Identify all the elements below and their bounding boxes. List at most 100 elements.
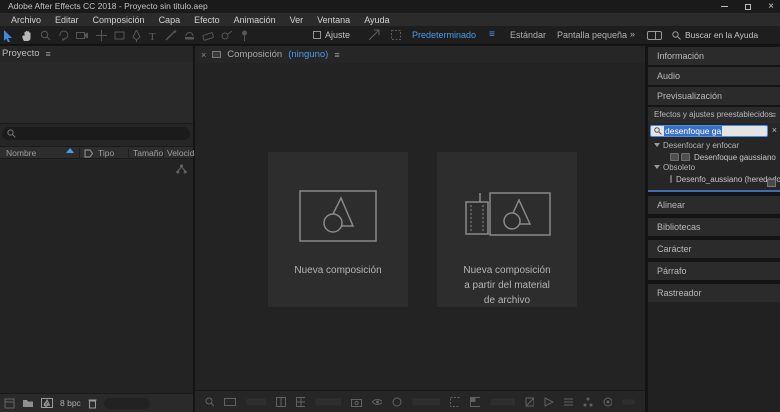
clone-stamp-tool-icon[interactable] bbox=[184, 30, 195, 41]
workspace-estandar[interactable]: Estándar bbox=[510, 30, 546, 40]
roi-icon[interactable] bbox=[449, 396, 461, 407]
grid-icon[interactable] bbox=[295, 396, 306, 407]
effects-group-desenfocar[interactable]: Desenfocar y enfocar bbox=[648, 141, 780, 151]
collapse-triangle-icon[interactable] bbox=[654, 143, 660, 147]
brush-tool-icon[interactable] bbox=[165, 30, 177, 41]
channels-icon[interactable] bbox=[392, 397, 402, 407]
column-tipo[interactable]: Tipo bbox=[98, 148, 114, 158]
menu-animacion[interactable]: Animación bbox=[227, 15, 283, 25]
orbit-tool-icon[interactable] bbox=[58, 30, 69, 41]
transparency-grid-icon[interactable] bbox=[470, 396, 481, 407]
show-snapshot-icon[interactable] bbox=[371, 397, 383, 407]
trash-icon[interactable] bbox=[88, 398, 97, 409]
workspace-pantalla-pequena[interactable]: Pantalla pequeña bbox=[557, 30, 627, 40]
effects-group-obsoleto[interactable]: Obsoleto bbox=[648, 163, 780, 173]
effects-search-input[interactable]: desenfoque ga bbox=[650, 125, 768, 137]
menu-capa[interactable]: Capa bbox=[152, 15, 188, 25]
effect-item-desenfoque-heredado[interactable]: Desenfo_aussiano (heredado) bbox=[648, 174, 780, 184]
eraser-tool-icon[interactable] bbox=[202, 31, 214, 41]
roto-brush-tool-icon[interactable] bbox=[221, 30, 233, 41]
composition-tab[interactable]: × Composición (ninguno) ≡ bbox=[195, 46, 645, 63]
panel-bibliotecas[interactable]: Bibliotecas bbox=[648, 218, 780, 236]
new-folder-icon[interactable] bbox=[22, 398, 34, 408]
tag-icon[interactable] bbox=[84, 149, 93, 158]
fast-previews-icon[interactable] bbox=[544, 396, 554, 407]
panel-informacion[interactable]: Información bbox=[648, 47, 780, 65]
new-composition-card[interactable]: Nueva composición bbox=[268, 152, 408, 307]
workspace-switch-icon[interactable] bbox=[647, 31, 662, 40]
resolution-dropdown[interactable] bbox=[412, 397, 440, 407]
timeline-icon[interactable] bbox=[563, 397, 574, 407]
menu-ayuda[interactable]: Ayuda bbox=[357, 15, 396, 25]
column-tamano[interactable]: Tamaño bbox=[133, 148, 163, 158]
panel-caracter[interactable]: Carácter bbox=[648, 240, 780, 258]
effect-32bpc-badge-icon bbox=[670, 175, 672, 183]
hand-tool-icon[interactable] bbox=[21, 30, 33, 42]
composition-panel: × Composición (ninguno) ≡ Nueva composic… bbox=[195, 46, 645, 412]
menu-ver[interactable]: Ver bbox=[283, 15, 311, 25]
view-dropdown[interactable] bbox=[490, 397, 515, 407]
effects-panel-menu-icon[interactable]: ≡ bbox=[771, 107, 776, 123]
snapshot-icon[interactable] bbox=[351, 397, 362, 407]
flowchart-icon[interactable] bbox=[176, 164, 187, 174]
flowchart-mini-icon[interactable] bbox=[583, 397, 593, 407]
effect-item-desenfoque-gaussiano[interactable]: Desenfoque gaussiano bbox=[648, 152, 780, 162]
interpret-footage-icon[interactable] bbox=[4, 398, 15, 409]
reset-exposure-icon[interactable] bbox=[603, 397, 612, 407]
close-icon[interactable]: × bbox=[768, 0, 774, 13]
selection-tool-icon[interactable] bbox=[3, 29, 14, 42]
shape-tool-icon[interactable] bbox=[114, 30, 125, 41]
minimize-icon[interactable] bbox=[721, 6, 729, 7]
help-search[interactable]: Buscar en la Ayuda bbox=[672, 30, 758, 40]
new-composition-from-footage-card[interactable]: Nueva composición a partir del material … bbox=[437, 152, 577, 307]
menu-archivo[interactable]: Archivo bbox=[4, 15, 48, 25]
pan-behind-tool-icon[interactable] bbox=[96, 30, 107, 41]
snap-label: Ajuste bbox=[325, 30, 351, 40]
project-item-list[interactable] bbox=[0, 160, 193, 393]
text-tool-icon[interactable]: T bbox=[148, 30, 158, 42]
sort-ascending-icon[interactable] bbox=[66, 148, 74, 153]
puppet-pin-tool-icon[interactable] bbox=[240, 30, 249, 42]
project-tab[interactable]: Proyecto ≡ bbox=[2, 48, 51, 59]
magnification-icon[interactable] bbox=[224, 397, 236, 407]
footer-pill bbox=[103, 397, 150, 409]
column-nombre[interactable]: Nombre bbox=[6, 148, 36, 158]
mask-visibility-dropdown[interactable] bbox=[315, 397, 342, 407]
zoom-tool-icon[interactable] bbox=[40, 30, 51, 41]
panel-audio[interactable]: Audio bbox=[648, 67, 780, 85]
project-panel-menu-icon[interactable]: ≡ bbox=[46, 49, 51, 59]
panel-previsualizacion[interactable]: Previsualización bbox=[648, 87, 780, 105]
always-preview-icon[interactable] bbox=[205, 397, 215, 407]
snap-checkbox[interactable] bbox=[313, 31, 321, 39]
mask-options-icon[interactable] bbox=[390, 29, 402, 41]
pixel-aspect-icon[interactable] bbox=[525, 397, 535, 407]
composition-tab-state[interactable]: (ninguno) bbox=[288, 49, 328, 60]
camera-tool-icon[interactable] bbox=[76, 30, 89, 41]
effects-panel-header[interactable]: Efectos y ajustes preestablecidos ≡ bbox=[648, 107, 780, 123]
color-depth-label[interactable]: 8 bpc bbox=[60, 398, 81, 408]
new-composition-icon[interactable] bbox=[41, 398, 53, 408]
project-search-input[interactable] bbox=[2, 127, 190, 140]
panel-rastreador[interactable]: Rastreador bbox=[648, 284, 780, 302]
pen-tool-icon[interactable] bbox=[132, 29, 141, 42]
panel-parrafo[interactable]: Párrafo bbox=[648, 262, 780, 280]
workspace-overflow-icon[interactable]: » bbox=[630, 29, 636, 39]
collapse-triangle-icon[interactable] bbox=[654, 165, 660, 169]
workspace-predeterminado[interactable]: Predeterminado bbox=[412, 30, 476, 40]
zoom-ratio-dropdown[interactable] bbox=[246, 397, 267, 407]
maximize-icon[interactable] bbox=[745, 3, 752, 10]
workspace-menu-icon[interactable]: ≡ bbox=[489, 29, 495, 40]
menu-editar[interactable]: Editar bbox=[48, 15, 86, 25]
composition-panel-menu-icon[interactable]: ≡ bbox=[334, 50, 339, 60]
exposure-value-icon[interactable] bbox=[622, 397, 636, 407]
snap-control[interactable]: Ajuste bbox=[313, 30, 350, 40]
close-tab-icon[interactable]: × bbox=[201, 50, 206, 60]
create-preset-icon[interactable] bbox=[767, 179, 776, 187]
share-screen-icon[interactable] bbox=[368, 29, 380, 41]
clear-search-icon[interactable]: × bbox=[772, 125, 777, 135]
menu-efecto[interactable]: Efecto bbox=[187, 15, 227, 25]
menu-composicion[interactable]: Composición bbox=[86, 15, 152, 25]
menu-ventana[interactable]: Ventana bbox=[310, 15, 357, 25]
safe-areas-icon[interactable] bbox=[276, 396, 286, 407]
panel-alinear[interactable]: Alinear bbox=[648, 196, 780, 214]
